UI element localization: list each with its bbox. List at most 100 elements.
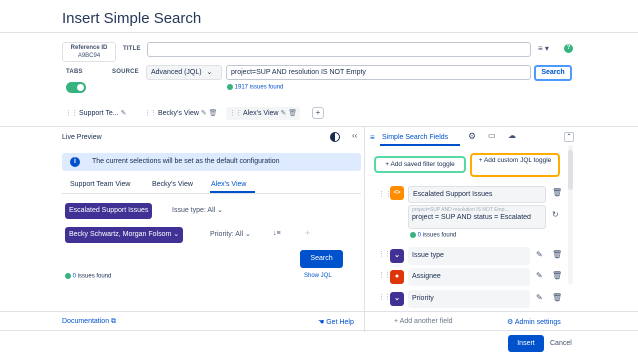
collapse-icon[interactable]: ‹‹	[352, 131, 357, 140]
field-row-issue-type[interactable]: ⋮⋮ ⌄ Issue type ✎ 🗑	[378, 247, 564, 265]
collapse-panel-icon[interactable]: ⌃	[564, 132, 574, 142]
drag-handle-icon[interactable]: ⋮⋮	[144, 110, 157, 117]
issues-found-status: 1917 issues found	[227, 84, 283, 91]
comment-icon[interactable]: ▭	[488, 131, 496, 140]
check-circle-icon	[65, 273, 71, 279]
reference-id-box: Reference ID A9BC94	[62, 42, 116, 62]
escalated-jql-box[interactable]: project=SUP AND resolution IS NOT Emp...…	[408, 205, 546, 229]
edit-icon[interactable]: ✎	[121, 110, 127, 117]
delete-icon[interactable]: 🗑	[288, 110, 297, 117]
field-row-priority[interactable]: ⋮⋮ ⌄ Priority ✎ 🗑	[378, 290, 564, 308]
source-select[interactable]: Advanced (JQL) ⌄	[146, 65, 222, 80]
add-saved-filter-button[interactable]: + Add saved filter toggle	[374, 156, 466, 173]
check-circle-icon	[410, 232, 416, 238]
jql-search-button[interactable]: Search	[534, 65, 572, 81]
saved-filter-chip[interactable]: Escalated Support Issues	[65, 203, 153, 219]
documentation-label: Documentation	[62, 318, 110, 325]
issues-found-text: 1917 issues found	[234, 84, 284, 91]
issue-type-filter[interactable]: Issue type: All ⌄	[168, 203, 227, 219]
assignee-filter-label: Becky Schwartz, Morgan Folsom	[69, 231, 172, 238]
assignee-filter-chip[interactable]: Becky Schwartz, Morgan Folsom ⌄	[65, 227, 184, 243]
gear-icon[interactable]: ⚙	[468, 131, 476, 142]
theme-toggle-icon[interactable]	[330, 132, 340, 142]
jql-input[interactable]: project=SUP AND resolution IS NOT Empty	[226, 65, 531, 80]
add-another-field-link[interactable]: + Add another field	[394, 318, 453, 325]
admin-settings-link[interactable]: ⚙ Admin settings	[507, 318, 561, 326]
issue-type-label: Issue type: All	[172, 207, 216, 214]
tabs-toggle[interactable]	[66, 82, 86, 93]
preview-issues-status: 0 issues found	[65, 273, 111, 280]
chevron-down-icon: ⌄	[206, 69, 213, 76]
preview-tab-becky[interactable]: Becky's View	[152, 181, 193, 188]
add-tab-button[interactable]: +	[312, 107, 324, 119]
get-help-link[interactable]: ☚ Get Help	[318, 318, 354, 326]
fields-panel-title: Simple Search Fields	[382, 134, 449, 141]
source-select-value: Advanced (JQL)	[151, 69, 202, 76]
drag-handle-icon[interactable]: ⋮⋮	[378, 293, 391, 301]
cloud-icon[interactable]: ☁	[508, 131, 516, 140]
drag-handle-icon[interactable]: ⋮⋮	[229, 110, 242, 117]
delete-icon[interactable]: 🗑	[552, 250, 562, 259]
show-jql-link[interactable]: Show JQL	[304, 273, 332, 279]
edit-icon[interactable]: ✎	[280, 110, 286, 117]
add-filter-icon[interactable]: +	[305, 228, 310, 238]
preview-tab-alex[interactable]: Alex's View	[211, 181, 246, 188]
refresh-icon[interactable]: ↻	[552, 210, 559, 219]
drag-handle-icon[interactable]: ⋮⋮	[378, 271, 391, 279]
title-input[interactable]	[147, 42, 531, 57]
priority-filter[interactable]: Priority: All ⌄	[206, 227, 255, 243]
scrollbar-thumb[interactable]	[568, 150, 573, 190]
chevron-down-icon: ⌄	[173, 231, 180, 238]
view-tab-becky[interactable]: ⋮⋮ Becky's View ✎ 🗑	[141, 107, 221, 120]
escalated-issues-suffix: issues found	[422, 232, 457, 239]
view-tab-label: Alex's View	[243, 110, 279, 117]
check-circle-icon	[227, 84, 233, 90]
help-icon[interactable]: ?	[564, 44, 573, 53]
reference-id-label: Reference ID	[70, 45, 108, 51]
chevron-circle-icon: ⌄	[390, 292, 404, 306]
edit-icon[interactable]: ✎	[536, 293, 543, 302]
edit-icon[interactable]: ✎	[536, 250, 543, 259]
delete-icon[interactable]: 🗑	[552, 293, 562, 302]
footer-divider	[0, 330, 638, 331]
text-align-icon[interactable]: ≡ ▾	[538, 44, 549, 53]
info-banner: The current selections will be set as th…	[62, 153, 361, 171]
delete-icon[interactable]: 🗑	[209, 110, 218, 117]
view-tab-support[interactable]: ⋮⋮ Support Te... ✎	[62, 107, 129, 120]
priority-filter-label: Priority: All	[210, 231, 244, 238]
view-tab-alex[interactable]: ⋮⋮ Alex's View ✎ 🗑	[226, 107, 301, 120]
reference-id-value: A9BC94	[77, 53, 101, 59]
insert-button[interactable]: Insert	[508, 335, 544, 352]
documentation-link[interactable]: Documentation ⧉	[62, 318, 116, 326]
add-custom-jql-button[interactable]: + Add custom JQL toggle	[470, 153, 560, 177]
live-preview-title: Live Preview	[62, 134, 102, 141]
tabs-divider	[0, 126, 638, 127]
drag-handle-icon[interactable]: ⋮⋮	[65, 110, 78, 117]
delete-icon[interactable]: 🗑	[552, 271, 562, 280]
delete-icon[interactable]: 🗑	[552, 188, 562, 197]
escalated-name-input[interactable]: Escalated Support Issues	[408, 186, 546, 203]
help-hand-icon: ☚	[318, 319, 325, 326]
cancel-button[interactable]: Cancel	[550, 340, 572, 347]
chevron-circle-icon: ⌄	[390, 249, 404, 263]
title-label: TITLE	[123, 46, 141, 52]
dialog-title: Insert Simple Search	[62, 10, 202, 27]
preview-search-button[interactable]: Search	[300, 250, 343, 268]
preview-tab-support[interactable]: Support Team View	[70, 181, 130, 188]
drag-handle-icon[interactable]: ⋮⋮	[378, 250, 391, 258]
escalated-issues-count: 0	[417, 232, 422, 239]
source-label: SOURCE	[112, 69, 139, 75]
header-divider	[0, 32, 638, 33]
gear-icon: ⚙	[507, 319, 514, 326]
list-icon: ≡	[370, 133, 375, 142]
sort-icon[interactable]: ↓≡	[273, 230, 281, 237]
field-row-assignee[interactable]: ⋮⋮ ● Assignee ✎ 🗑	[378, 268, 564, 286]
admin-settings-label: Admin settings	[514, 319, 561, 326]
view-tab-label: Support Te...	[79, 110, 119, 117]
edit-icon[interactable]: ✎	[201, 110, 207, 117]
bottom-divider	[0, 311, 638, 312]
preview-issues-count: 0	[72, 273, 77, 280]
chevron-down-icon: ⌄	[217, 207, 224, 214]
edit-icon[interactable]: ✎	[536, 271, 543, 280]
user-icon: ●	[390, 270, 404, 284]
